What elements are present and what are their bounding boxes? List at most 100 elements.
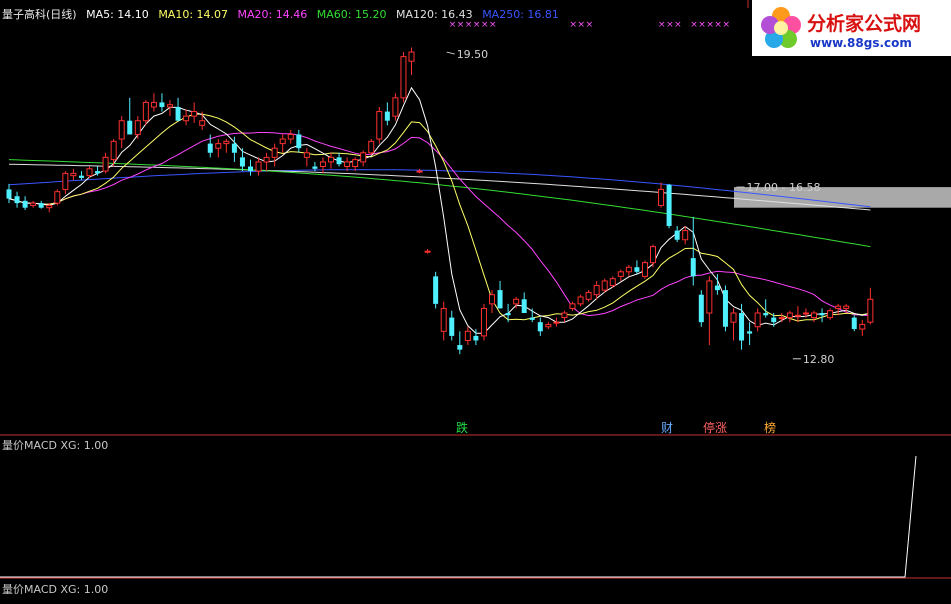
candle-body-up: [609, 278, 616, 287]
candle-body-down: [312, 166, 318, 169]
candle-body-up: [480, 307, 487, 337]
logo-name: 分析家公式网: [807, 13, 922, 35]
ma60-label: MA60: 15.20: [316, 8, 387, 21]
candle-body-up: [352, 159, 359, 168]
candle-body-up: [802, 312, 809, 315]
candle-body-up: [601, 280, 608, 291]
candle-body-down: [666, 184, 672, 227]
candle-body-up: [287, 133, 294, 140]
signal-marker: ×: [706, 20, 714, 30]
signal-marker: ×: [578, 20, 586, 30]
candle-body-up: [424, 250, 431, 253]
candle-body-up: [650, 246, 656, 264]
candle-body-up: [786, 312, 793, 319]
candle-body-up: [682, 230, 689, 241]
candle-body-up: [706, 280, 713, 314]
candle-body-up: [102, 156, 109, 172]
candle-body-up: [142, 101, 149, 122]
candle-body-down: [159, 102, 165, 107]
candle-body-up: [30, 202, 37, 206]
band-price-annotation: 17.00 - 16.58: [747, 181, 821, 194]
candle-body-up: [110, 140, 117, 161]
candle-body-up: [843, 305, 850, 309]
candle-body-up: [70, 172, 77, 177]
candle-body-up: [625, 266, 632, 273]
candle-body-up: [553, 321, 560, 324]
candle-body-up: [593, 285, 600, 296]
signal-marker: ×: [586, 20, 594, 30]
candle-body-up: [263, 156, 270, 163]
candle-body-down: [497, 290, 503, 309]
candle-body-up: [134, 120, 141, 135]
candle-body-down: [747, 331, 753, 334]
signal-marker: ×: [674, 20, 682, 30]
candle-body-down: [722, 290, 728, 327]
candle-body-up: [778, 317, 785, 320]
candle-body-down: [78, 175, 84, 178]
candle-body-up: [392, 97, 399, 117]
candle-body-up: [617, 271, 624, 277]
candle-body-up: [440, 307, 447, 332]
candle-body-down: [674, 230, 680, 240]
candle-body-up: [215, 143, 222, 149]
candle-body-up: [183, 115, 190, 122]
candle-body-down: [6, 189, 12, 199]
watermark-logo: 分析家公式网 www.88gs.com: [752, 0, 951, 56]
candle-body-down: [239, 157, 245, 167]
flower-logo-icon: [761, 7, 801, 48]
candle-body-up: [62, 172, 69, 190]
candle-body-down: [698, 294, 704, 323]
candle-body-up: [279, 138, 286, 145]
candle-body-up: [641, 262, 648, 277]
ma10-label: MA10: 14.07: [158, 8, 229, 21]
candle-body-up: [867, 298, 874, 323]
candle-body-up: [464, 330, 471, 341]
low-price-annotation: 12.80: [803, 353, 835, 366]
high-price-annotation: 19.50: [457, 48, 489, 61]
candle-body-down: [739, 313, 745, 341]
candle-body-up: [86, 168, 93, 177]
candle-body-down: [248, 166, 253, 172]
candle-body-up: [303, 152, 310, 158]
logo-url: www.88gs.com: [810, 36, 912, 50]
candle-body-down: [231, 143, 237, 153]
candle-body-up: [271, 147, 278, 158]
candle-body-down: [433, 276, 439, 304]
candle-body-down: [127, 120, 133, 135]
event-label: 榜: [764, 420, 776, 435]
candle-body-down: [537, 322, 543, 332]
sub-panel-label-bottom: 量价MACD XG: 1.00: [2, 583, 109, 596]
candle-body-up: [368, 140, 375, 154]
candle-body-down: [819, 313, 825, 316]
candle-body-up: [569, 303, 576, 309]
signal-marker: ×: [658, 20, 666, 30]
stock-title: 量子高科(日线): [2, 8, 77, 21]
candle-body-up: [376, 111, 383, 140]
candle-body-down: [384, 111, 390, 121]
candle-body-up: [730, 312, 737, 323]
candle-body-down: [22, 200, 28, 208]
candle-body-down: [763, 313, 769, 316]
candle-body-up: [360, 152, 367, 163]
candle-body-up: [223, 140, 230, 145]
candle-body-up: [545, 323, 552, 328]
candle-body-down: [529, 317, 535, 320]
candle-body-down: [714, 285, 720, 291]
candle-body-down: [851, 317, 857, 330]
chart-stage: 19.50 17.00 - 16.58 12.80 × × × × × × × × × × × × × × × × ×…: [0, 0, 951, 600]
candle-body-up: [118, 120, 125, 140]
candle-body-down: [207, 143, 213, 153]
ma5-label: MA5: 14.10: [86, 8, 149, 21]
candle-body-down: [336, 157, 342, 165]
signal-marker: ×: [714, 20, 722, 30]
signal-marker: ×: [698, 20, 706, 30]
candle-body-up: [167, 104, 173, 108]
candle-body-down: [771, 317, 777, 323]
ma20-label: MA20: 14.46: [237, 8, 308, 21]
candle-body-up: [255, 161, 262, 172]
event-label: 停涨: [703, 420, 727, 435]
candle-body-down: [521, 299, 527, 314]
candle-body-up: [835, 305, 842, 309]
candle-body-down: [449, 317, 455, 336]
candle-body-up: [150, 101, 157, 108]
